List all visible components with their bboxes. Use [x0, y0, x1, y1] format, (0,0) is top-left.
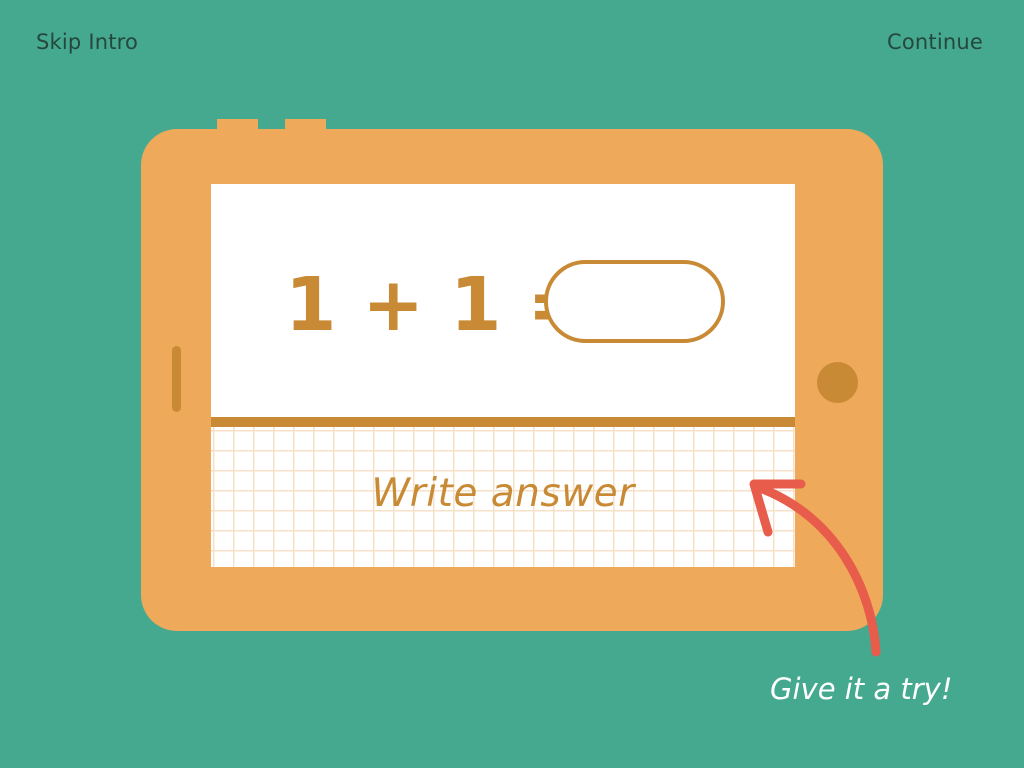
give-it-a-try-callout: Give it a try! — [770, 672, 953, 706]
curved-arrow-icon — [749, 479, 881, 657]
